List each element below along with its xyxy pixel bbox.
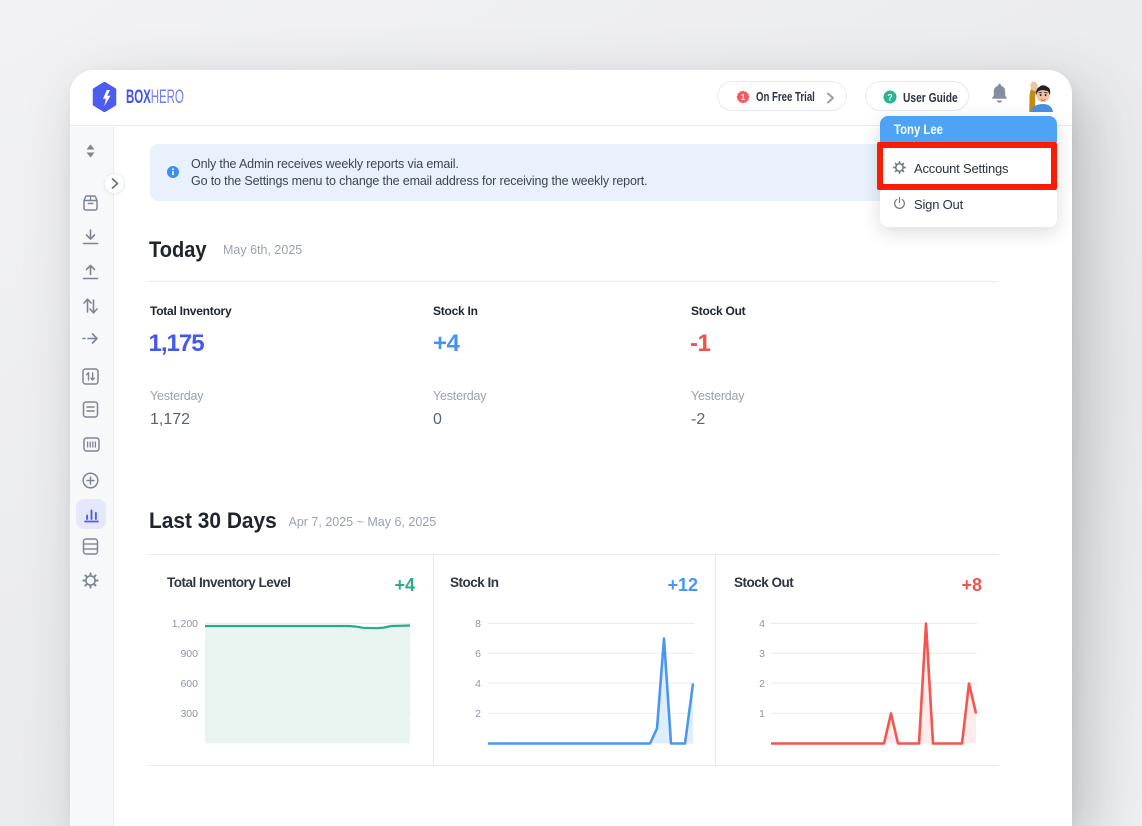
- svg-text:?: ?: [887, 92, 893, 102]
- svg-text:1: 1: [741, 93, 746, 102]
